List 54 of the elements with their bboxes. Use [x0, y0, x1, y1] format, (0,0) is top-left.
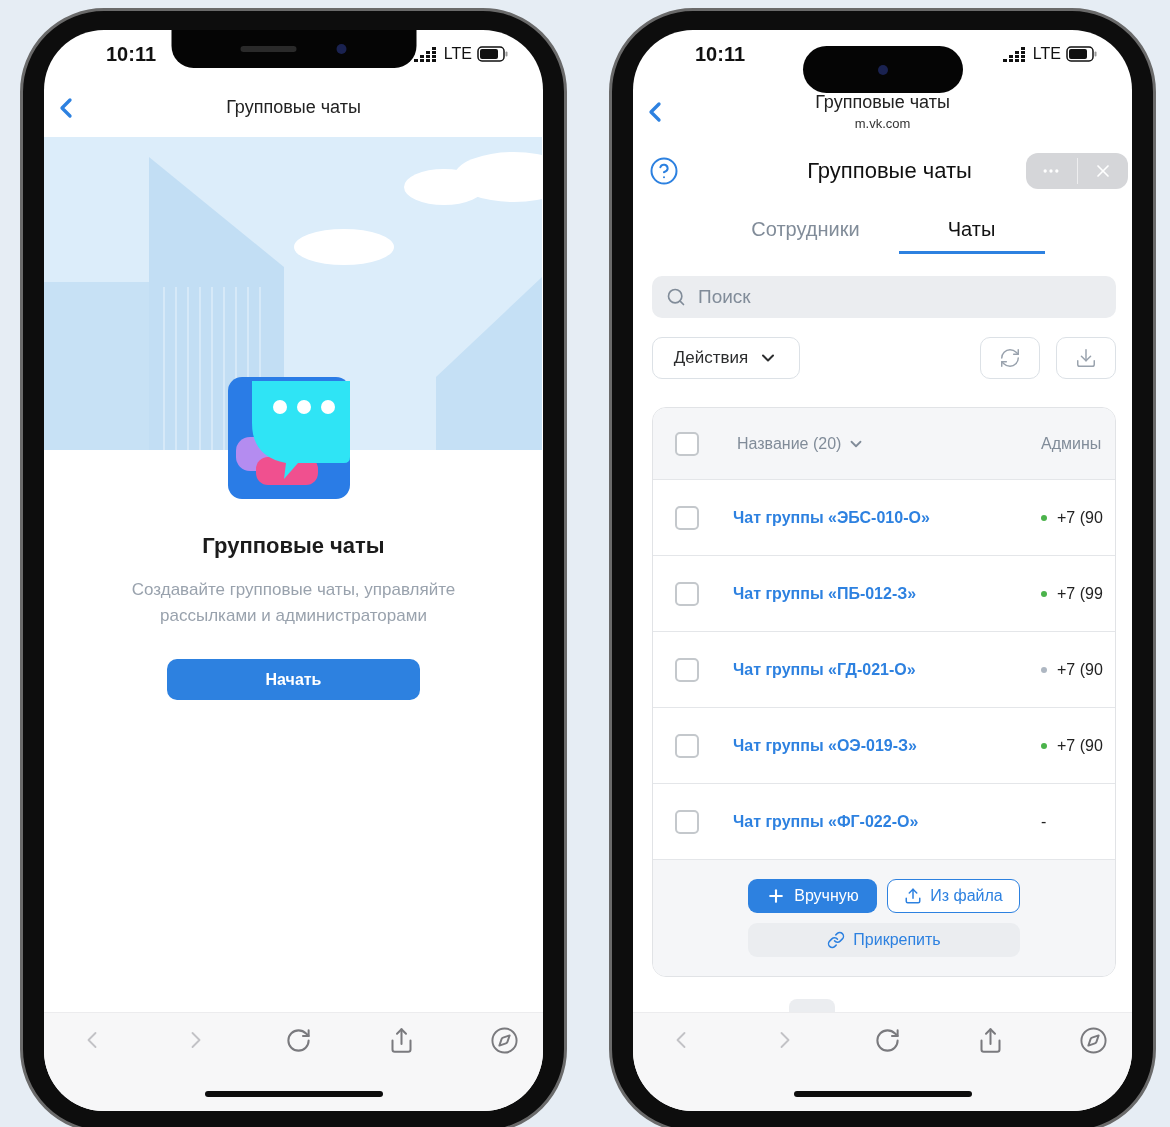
hero-description: Создавайте групповые чаты, управляйте рассылками и администраторами: [130, 579, 457, 627]
page-url: m.vk.com: [854, 116, 911, 131]
chat-name-link[interactable]: Чат группы «ЭБС-010-О»: [733, 508, 1041, 527]
search-input[interactable]: Поиск: [696, 285, 1102, 309]
network-label: LTE: [1032, 45, 1061, 63]
refresh-button[interactable]: [980, 337, 1040, 379]
search-icon: [666, 287, 686, 307]
battery-icon: [1066, 46, 1098, 62]
signal-icon: [1001, 46, 1028, 62]
status-time: 10:11: [695, 42, 746, 66]
hero-title: Групповые чаты: [201, 533, 386, 559]
add-chat-button[interactable]: Из файла: [887, 879, 1020, 913]
column-header[interactable]: Название (20): [733, 434, 866, 453]
compass-icon[interactable]: [1079, 1025, 1108, 1055]
admin-phone: +7 (90: [1057, 736, 1103, 755]
admin-phone: +7 (90: [1057, 508, 1103, 527]
chat-name-link[interactable]: Чат группы «ФГ-022-О»: [733, 812, 1041, 831]
start-button[interactable]: Начать: [167, 659, 420, 700]
admin-phone: +7 (90: [1057, 660, 1103, 679]
compass-icon[interactable]: [490, 1025, 519, 1055]
column-header: Админы: [1041, 434, 1103, 453]
tab[interactable]: Чаты: [898, 208, 1045, 254]
download-button[interactable]: [1056, 337, 1116, 379]
refresh-icon: [999, 347, 1021, 369]
reload-icon[interactable]: [874, 1026, 901, 1054]
admin-phone: -: [1041, 812, 1047, 831]
chat-app-icon: [228, 377, 350, 499]
page-title: Групповые чаты: [226, 97, 361, 118]
help-icon[interactable]: [649, 156, 679, 186]
download-icon: [1075, 347, 1097, 369]
checkbox[interactable]: [675, 505, 699, 530]
checkbox[interactable]: [675, 581, 699, 606]
signal-icon: [412, 46, 439, 62]
chat-name-link[interactable]: Чат группы «ГД-021-О»: [733, 660, 1041, 679]
search-field[interactable]: Поиск: [652, 276, 1116, 318]
chat-name-link[interactable]: Чат группы «ПБ-012-З»: [733, 584, 1041, 603]
page-title: Групповые чаты: [815, 92, 950, 113]
upload-icon: [904, 887, 923, 905]
add-chat-button[interactable]: Прикрепить: [748, 923, 1020, 957]
checkbox[interactable]: [675, 733, 699, 758]
chat-name-link[interactable]: Чат группы «ОЭ-019-З»: [733, 736, 1041, 755]
admin-phone: +7 (99: [1057, 584, 1103, 603]
checkbox[interactable]: [675, 431, 699, 456]
app-title: Групповые чаты: [806, 158, 973, 184]
network-label: LTE: [443, 45, 472, 63]
actions-dropdown[interactable]: Действия: [652, 337, 800, 379]
checkbox[interactable]: [675, 809, 699, 834]
tab[interactable]: Сотрудники: [732, 208, 879, 254]
status-time: 10:11: [106, 42, 157, 66]
add-chat-button[interactable]: Вручную: [748, 879, 877, 913]
checkbox[interactable]: [675, 657, 699, 682]
battery-icon: [477, 46, 509, 62]
link-icon: [827, 931, 846, 949]
reload-icon[interactable]: [285, 1026, 312, 1054]
